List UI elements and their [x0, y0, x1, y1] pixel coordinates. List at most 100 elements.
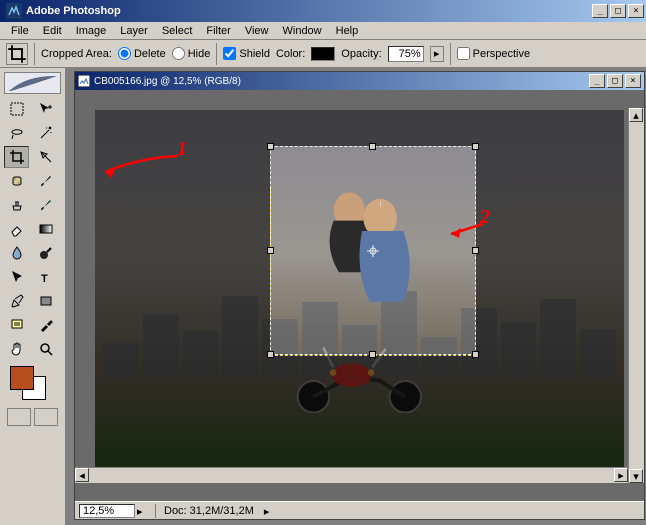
window-controls: _ □ ×	[592, 4, 644, 18]
zoom-flyout-icon[interactable]: ▸	[137, 505, 149, 517]
main-area: T CB005166.jpg @ 12,5% (RGB/8)	[0, 68, 646, 525]
doc-minimize-button[interactable]: _	[589, 74, 605, 88]
tool-pen[interactable]	[4, 290, 29, 312]
menu-filter[interactable]: Filter	[199, 24, 237, 38]
scroll-up-button[interactable]: ▴	[629, 108, 643, 122]
tool-dodge[interactable]	[34, 242, 59, 264]
tool-grid: T	[4, 98, 61, 360]
crop-handle-e[interactable]	[472, 247, 479, 254]
menu-file[interactable]: File	[4, 24, 36, 38]
perspective-checkbox[interactable]: Perspective	[457, 47, 530, 60]
horizontal-scrollbar[interactable]: ◂ ▸	[75, 467, 628, 483]
divider	[34, 43, 35, 65]
delete-radio[interactable]: Delete	[118, 47, 166, 60]
document-window: CB005166.jpg @ 12,5% (RGB/8) _ □ ×	[74, 71, 645, 520]
menu-window[interactable]: Window	[276, 24, 329, 38]
tool-crop[interactable]	[4, 146, 29, 168]
tool-eraser[interactable]	[4, 218, 29, 240]
opacity-input[interactable]	[388, 46, 424, 62]
tool-type[interactable]: T	[34, 266, 59, 288]
tool-clone[interactable]	[4, 194, 29, 216]
docsize-flyout-icon[interactable]: ▸	[264, 505, 276, 517]
zoom-input[interactable]	[79, 504, 135, 518]
crop-shield-right	[476, 146, 624, 355]
shield-checkbox[interactable]: Shield	[223, 47, 270, 60]
app-icon	[6, 3, 22, 19]
menu-help[interactable]: Help	[329, 24, 366, 38]
opacity-label: Opacity:	[341, 48, 381, 60]
delete-label: Delete	[134, 48, 166, 60]
tool-lasso[interactable]	[4, 122, 29, 144]
crop-handle-s[interactable]	[369, 351, 376, 358]
tool-notes[interactable]	[4, 314, 29, 336]
crop-icon[interactable]	[6, 43, 28, 65]
mode-standard[interactable]	[7, 408, 31, 426]
document-statusbar: ▸ Doc: 31,2M/31,2M ▸	[75, 501, 644, 519]
hide-label: Hide	[188, 48, 211, 60]
tool-hand[interactable]	[4, 338, 29, 360]
menubar: File Edit Image Layer Select Filter View…	[0, 22, 646, 40]
tool-shape[interactable]	[34, 290, 59, 312]
crop-handle-se[interactable]	[472, 351, 479, 358]
tool-move[interactable]	[34, 98, 59, 120]
canvas-area[interactable]: 1 2 ▴ ▾ ◂ ▸	[75, 90, 644, 501]
tool-blur[interactable]	[4, 242, 29, 264]
divider	[216, 43, 217, 65]
scroll-right-button[interactable]: ▸	[614, 468, 628, 482]
menu-select[interactable]: Select	[155, 24, 200, 38]
color-label: Color:	[276, 48, 305, 60]
crop-handle-nw[interactable]	[267, 143, 274, 150]
divider	[450, 43, 451, 65]
crop-handle-w[interactable]	[267, 247, 274, 254]
crop-center-icon	[367, 245, 379, 257]
cropped-area-label: Cropped Area:	[41, 48, 112, 60]
perspective-label: Perspective	[473, 48, 530, 60]
crop-rectangle[interactable]	[270, 146, 476, 355]
maximize-button[interactable]: □	[610, 4, 626, 18]
tool-eyedropper[interactable]	[34, 314, 59, 336]
toolbox-logo	[4, 72, 61, 94]
svg-text:T: T	[41, 273, 48, 285]
tool-marquee[interactable]	[4, 98, 29, 120]
menu-edit[interactable]: Edit	[36, 24, 69, 38]
tool-healing[interactable]	[4, 170, 29, 192]
menu-image[interactable]: Image	[69, 24, 114, 38]
app-title: Adobe Photoshop	[26, 5, 592, 17]
scroll-left-button[interactable]: ◂	[75, 468, 89, 482]
scroll-down-button[interactable]: ▾	[629, 469, 643, 483]
doc-size-label: Doc: 31,2M/31,2M	[155, 504, 262, 518]
tool-path-select[interactable]	[4, 266, 29, 288]
tool-gradient[interactable]	[34, 218, 59, 240]
mode-buttons	[4, 408, 61, 426]
document-titlebar[interactable]: CB005166.jpg @ 12,5% (RGB/8) _ □ ×	[75, 72, 644, 90]
crop-handle-n[interactable]	[369, 143, 376, 150]
vertical-scrollbar[interactable]: ▴ ▾	[628, 108, 644, 483]
color-picker	[4, 366, 61, 402]
toolbox: T	[0, 68, 66, 525]
close-button[interactable]: ×	[628, 4, 644, 18]
crop-handle-sw[interactable]	[267, 351, 274, 358]
opacity-flyout[interactable]: ▸	[430, 46, 444, 62]
document-area: CB005166.jpg @ 12,5% (RGB/8) _ □ ×	[66, 68, 646, 525]
crop-shield-left	[95, 146, 270, 355]
doc-icon	[78, 75, 90, 87]
shield-label: Shield	[239, 48, 270, 60]
menu-view[interactable]: View	[238, 24, 276, 38]
image-canvas[interactable]	[95, 110, 624, 471]
foreground-color[interactable]	[10, 366, 34, 390]
mode-quickmask[interactable]	[34, 408, 58, 426]
hide-radio[interactable]: Hide	[172, 47, 211, 60]
shield-color-swatch[interactable]	[311, 47, 335, 61]
titlebar: Adobe Photoshop _ □ ×	[0, 0, 646, 22]
tool-magic-wand[interactable]	[34, 122, 59, 144]
doc-close-button[interactable]: ×	[625, 74, 641, 88]
tool-zoom[interactable]	[34, 338, 59, 360]
crop-handle-ne[interactable]	[472, 143, 479, 150]
crop-shield-bottom	[95, 355, 624, 471]
doc-maximize-button[interactable]: □	[607, 74, 623, 88]
tool-history-brush[interactable]	[34, 194, 59, 216]
menu-layer[interactable]: Layer	[113, 24, 155, 38]
minimize-button[interactable]: _	[592, 4, 608, 18]
tool-brush[interactable]	[34, 170, 59, 192]
tool-slice[interactable]	[34, 146, 59, 168]
